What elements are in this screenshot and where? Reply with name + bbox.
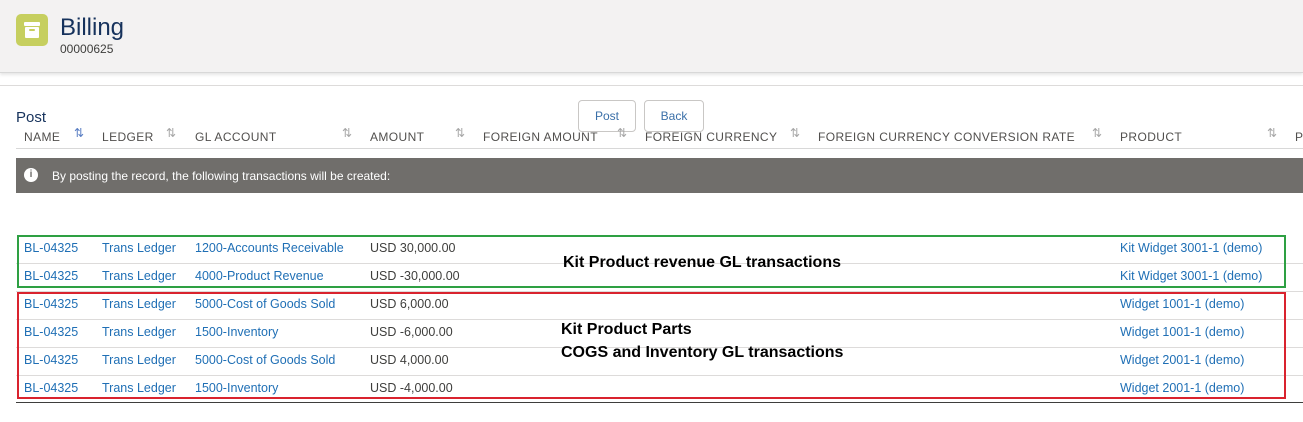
sort-icon[interactable]: ⇅ bbox=[74, 126, 84, 140]
column-header-conversion-rate[interactable]: FOREIGN CURRENCY CONVERSION RATE bbox=[818, 130, 1075, 144]
record-number: 00000625 bbox=[60, 42, 114, 56]
info-text: By posting the record, the following tra… bbox=[52, 169, 391, 183]
sort-icon[interactable]: ⇅ bbox=[455, 126, 465, 140]
sort-icon[interactable]: ⇅ bbox=[342, 126, 352, 140]
column-header-foreign-amount[interactable]: FOREIGN AMOUNT bbox=[483, 130, 598, 144]
table-bottom-border bbox=[16, 402, 1303, 403]
column-header-name[interactable]: NAME bbox=[24, 130, 60, 144]
parts-annotation-line2: COGS and Inventory GL transactions bbox=[561, 344, 844, 361]
column-header-product[interactable]: PRODUCT bbox=[1120, 130, 1182, 144]
record-header: Billing 00000625 bbox=[0, 0, 1303, 73]
sort-icon[interactable]: ⇅ bbox=[166, 126, 176, 140]
sort-icon[interactable]: ⇅ bbox=[1092, 126, 1102, 140]
archive-icon bbox=[16, 14, 48, 46]
post-button[interactable]: Post bbox=[578, 100, 636, 132]
column-header-foreign-currency[interactable]: FOREIGN CURRENCY bbox=[645, 130, 777, 144]
info-banner: i By posting the record, the following t… bbox=[16, 158, 1303, 193]
column-header-truncated[interactable]: P bbox=[1295, 130, 1303, 144]
back-button[interactable]: Back bbox=[644, 100, 704, 132]
sort-icon[interactable]: ⇅ bbox=[1267, 126, 1277, 140]
sort-icon[interactable]: ⇅ bbox=[617, 126, 627, 140]
column-header-amount[interactable]: AMOUNT bbox=[370, 130, 424, 144]
parts-annotation-line1: Kit Product Parts bbox=[561, 321, 692, 338]
revenue-annotation: Kit Product revenue GL transactions bbox=[563, 254, 841, 271]
page-title: Billing bbox=[60, 14, 125, 41]
header-divider bbox=[16, 148, 1303, 149]
section-title: Post bbox=[16, 109, 47, 126]
info-icon: i bbox=[24, 168, 38, 182]
column-header-ledger[interactable]: LEDGER bbox=[102, 130, 154, 144]
column-header-gl-account[interactable]: GL ACCOUNT bbox=[195, 130, 277, 144]
sort-icon[interactable]: ⇅ bbox=[790, 126, 800, 140]
